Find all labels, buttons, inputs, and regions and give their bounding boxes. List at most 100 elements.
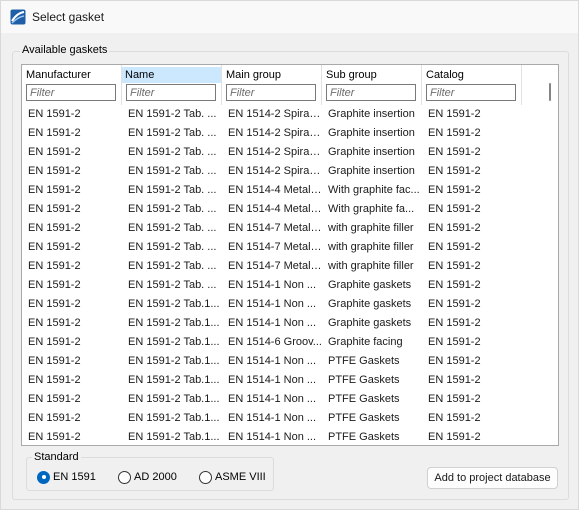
cell-main-group: EN 1514-7 Metal ... — [228, 260, 322, 272]
table-row[interactable]: EN 1591-2 EN 1591-2 Tab.1... EN 1514-1 Non… — [22, 314, 542, 333]
table-row[interactable]: EN 1591-2 EN 1591-2 Tab. ... EN 1514-4 Met… — [22, 200, 542, 219]
column-header-manufacturer[interactable]: Manufacturer — [22, 65, 122, 105]
table-row[interactable]: EN 1591-2 EN 1591-2 Tab. ... EN 1514-1 Non… — [22, 276, 542, 295]
table-row[interactable]: EN 1591-2 EN 1591-2 Tab. ... EN 1514-7 Met… — [22, 238, 542, 257]
add-to-project-database-button[interactable]: Add to project database — [427, 467, 558, 489]
filter-input-sub-group[interactable] — [326, 84, 416, 101]
cell-sub-group: With graphite fac... — [328, 184, 420, 196]
cell-manufacturer: EN 1591-2 — [28, 279, 81, 291]
cell-manufacturer: EN 1591-2 — [28, 431, 81, 443]
column-header-catalog[interactable]: Catalog — [422, 65, 522, 105]
filter-input-name[interactable] — [126, 84, 216, 101]
cell-manufacturer: EN 1591-2 — [28, 146, 81, 158]
cell-manufacturer: EN 1591-2 — [28, 184, 81, 196]
column-label-main-group: Main group — [226, 69, 282, 81]
column-header-main-group[interactable]: Main group — [222, 65, 322, 105]
cell-main-group: EN 1514-1 Non ... — [228, 317, 317, 329]
cell-name: EN 1591-2 Tab. ... — [128, 165, 217, 177]
table-row[interactable]: EN 1591-2 EN 1591-2 Tab. ... EN 1514-2 Spi… — [22, 105, 542, 124]
table-row[interactable]: EN 1591-2 EN 1591-2 Tab.1... EN 1514-1 Non… — [22, 428, 542, 445]
cell-catalog: EN 1591-2 — [428, 146, 481, 158]
radio-en-1591[interactable]: EN 1591 — [37, 470, 96, 484]
cell-name: EN 1591-2 Tab.1... — [128, 393, 220, 405]
cell-catalog: EN 1591-2 — [428, 241, 481, 253]
gasket-table[interactable]: Manufacturer Name Main group Sub group C… — [21, 64, 559, 446]
table-body: EN 1591-2 EN 1591-2 Tab. ... EN 1514-2 Spi… — [22, 105, 542, 445]
cell-main-group: EN 1514-2 Spiral ... — [228, 146, 322, 158]
table-row[interactable]: EN 1591-2 EN 1591-2 Tab.1... EN 1514-1 Non… — [22, 352, 542, 371]
cell-manufacturer: EN 1591-2 — [28, 298, 81, 310]
filter-input-catalog[interactable] — [426, 84, 516, 101]
cell-main-group: EN 1514-1 Non ... — [228, 393, 317, 405]
table-row[interactable]: EN 1591-2 EN 1591-2 Tab. ... EN 1514-2 Spi… — [22, 162, 542, 181]
radio-asme-viii[interactable]: ASME VIII — [199, 470, 266, 484]
cell-name: EN 1591-2 Tab. ... — [128, 146, 217, 158]
cell-manufacturer: EN 1591-2 — [28, 336, 81, 348]
cell-sub-group: Graphite gaskets — [328, 298, 412, 310]
app-icon — [10, 9, 26, 25]
vertical-scrollbar[interactable] — [541, 65, 558, 445]
available-gaskets-label: Available gaskets — [20, 44, 110, 56]
scrollbar-thumb[interactable] — [549, 83, 551, 101]
cell-name: EN 1591-2 Tab. ... — [128, 241, 217, 253]
table-row[interactable]: EN 1591-2 EN 1591-2 Tab. ... EN 1514-7 Met… — [22, 219, 542, 238]
cell-manufacturer: EN 1591-2 — [28, 374, 81, 386]
cell-main-group: EN 1514-1 Non ... — [228, 279, 317, 291]
cell-catalog: EN 1591-2 — [428, 431, 481, 443]
cell-manufacturer: EN 1591-2 — [28, 260, 81, 272]
cell-name: EN 1591-2 Tab.1... — [128, 317, 220, 329]
column-label-catalog: Catalog — [426, 69, 464, 81]
table-row[interactable]: EN 1591-2 EN 1591-2 Tab. ... EN 1514-2 Spi… — [22, 124, 542, 143]
cell-manufacturer: EN 1591-2 — [28, 108, 81, 120]
table-row[interactable]: EN 1591-2 EN 1591-2 Tab. ... EN 1514-2 Spi… — [22, 143, 542, 162]
column-header-name[interactable]: Name — [122, 65, 222, 105]
cell-sub-group: Graphite insertion — [328, 146, 415, 158]
cell-sub-group: PTFE Gaskets — [328, 393, 400, 405]
cell-sub-group: Graphite insertion — [328, 165, 415, 177]
table-row[interactable]: EN 1591-2 EN 1591-2 Tab.1... EN 1514-1 Non… — [22, 409, 542, 428]
cell-name: EN 1591-2 Tab. ... — [128, 260, 217, 272]
table-row[interactable]: EN 1591-2 EN 1591-2 Tab.1... EN 1514-1 Non… — [22, 295, 542, 314]
column-header-sub-group[interactable]: Sub group — [322, 65, 422, 105]
filter-input-main-group[interactable] — [226, 84, 316, 101]
cell-sub-group: Graphite facing — [328, 336, 403, 348]
cell-manufacturer: EN 1591-2 — [28, 317, 81, 329]
table-row[interactable]: EN 1591-2 EN 1591-2 Tab. ... EN 1514-4 Met… — [22, 181, 542, 200]
cell-name: EN 1591-2 Tab. ... — [128, 203, 217, 215]
select-gasket-dialog: Select gasket Available gaskets Manufact… — [0, 0, 579, 510]
cell-name: EN 1591-2 Tab.1... — [128, 355, 220, 367]
cell-manufacturer: EN 1591-2 — [28, 241, 81, 253]
cell-main-group: EN 1514-1 Non ... — [228, 298, 317, 310]
cell-main-group: EN 1514-2 Spiral ... — [228, 165, 322, 177]
cell-main-group: EN 1514-4 Metal ... — [228, 203, 322, 215]
cell-sub-group: with graphite filler — [328, 222, 414, 234]
cell-catalog: EN 1591-2 — [428, 374, 481, 386]
cell-main-group: EN 1514-1 Non ... — [228, 374, 317, 386]
cell-catalog: EN 1591-2 — [428, 355, 481, 367]
table-row[interactable]: EN 1591-2 EN 1591-2 Tab.1... EN 1514-1 Non… — [22, 390, 542, 409]
cell-sub-group: Graphite gaskets — [328, 317, 412, 329]
cell-catalog: EN 1591-2 — [428, 165, 481, 177]
cell-manufacturer: EN 1591-2 — [28, 222, 81, 234]
filter-input-manufacturer[interactable] — [26, 84, 116, 101]
cell-catalog: EN 1591-2 — [428, 127, 481, 139]
cell-catalog: EN 1591-2 — [428, 222, 481, 234]
cell-catalog: EN 1591-2 — [428, 203, 481, 215]
table-row[interactable]: EN 1591-2 EN 1591-2 Tab.1... EN 1514-1 Non… — [22, 371, 542, 390]
table-row[interactable]: EN 1591-2 EN 1591-2 Tab.1... EN 1514-6 Gro… — [22, 333, 542, 352]
window-title: Select gasket — [32, 10, 105, 24]
cell-catalog: EN 1591-2 — [428, 279, 481, 291]
table-row[interactable]: EN 1591-2 EN 1591-2 Tab. ... EN 1514-7 Met… — [22, 257, 542, 276]
cell-manufacturer: EN 1591-2 — [28, 412, 81, 424]
cell-main-group: EN 1514-1 Non ... — [228, 412, 317, 424]
radio-indicator — [199, 470, 212, 484]
cell-name: EN 1591-2 Tab. ... — [128, 279, 217, 291]
cell-catalog: EN 1591-2 — [428, 298, 481, 310]
table-header: Manufacturer Name Main group Sub group C… — [22, 65, 542, 105]
radio-ad-2000[interactable]: AD 2000 — [118, 470, 177, 484]
cell-name: EN 1591-2 Tab. ... — [128, 108, 217, 120]
column-label-manufacturer: Manufacturer — [26, 69, 91, 81]
cell-main-group: EN 1514-1 Non ... — [228, 431, 317, 443]
cell-manufacturer: EN 1591-2 — [28, 393, 81, 405]
column-label-sub-group: Sub group — [326, 69, 377, 81]
